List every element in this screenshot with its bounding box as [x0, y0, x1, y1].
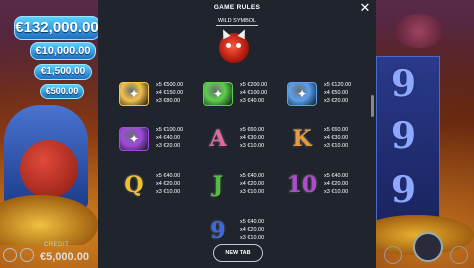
- menu-icon[interactable]: [3, 248, 17, 262]
- jackpot-major: €10,000.00: [30, 42, 96, 60]
- section-heading: WILD SYMBOL: [98, 18, 376, 26]
- jackpot-mini: €500.00: [40, 84, 84, 99]
- paytable-j: x5 €40.00 x4 €20.00 x3 €10.00: [240, 173, 265, 195]
- scrollbar[interactable]: [371, 95, 374, 117]
- symbol-10: 10: [286, 172, 318, 198]
- purple-gem-icon: ✦: [116, 123, 152, 155]
- jackpot-minor: €1,500.00: [34, 64, 92, 80]
- bet-icon[interactable]: [450, 246, 468, 264]
- gold-gem-icon: ✦: [116, 78, 152, 110]
- close-icon[interactable]: ✕: [358, 1, 372, 15]
- reel: 9 9 9: [376, 56, 440, 224]
- paytable-a: x5 €60.00 x4 €30.00 x3 €10.00: [240, 127, 265, 149]
- devil-character-image: [20, 140, 78, 198]
- credit-value: €5,000.00: [40, 251, 89, 263]
- green-gem-icon: ✦: [200, 78, 236, 110]
- autoplay-icon[interactable]: [384, 246, 402, 264]
- sound-icon[interactable]: [20, 248, 34, 262]
- blue-gem-icon: ✦: [284, 78, 320, 110]
- wild-eyes: [226, 43, 242, 48]
- wild-devil-icon: [219, 33, 249, 63]
- paytable-purple: x5 €100.00 x4 €40.00 x3 €20.00: [156, 127, 184, 149]
- game-rules-panel: GAME RULES ✕ WILD SYMBOL ✦ x5 €500.00 x4 …: [98, 0, 376, 268]
- symbol-9: 9: [210, 218, 226, 244]
- coins-pile-image: [0, 195, 98, 245]
- paytable-blue: x5 €120.00 x4 €50.00 x3 €20.00: [324, 82, 352, 104]
- new-tab-button[interactable]: NEW TAB: [213, 244, 263, 262]
- jackpot-grand: €132,000.00: [14, 16, 98, 40]
- reel-symbol: 9: [391, 115, 417, 157]
- spin-button[interactable]: [413, 232, 443, 262]
- section-heading-text: WILD SYMBOL: [215, 18, 259, 26]
- reel-symbol: 9: [391, 169, 417, 211]
- game-left-area: €132,000.00 €10,000.00 €1,500.00 €500.00…: [0, 0, 98, 268]
- symbol-k: K: [292, 126, 312, 152]
- paytable-gold: x5 €500.00 x4 €150.00 x3 €80.00: [156, 82, 184, 104]
- symbol-a: A: [209, 126, 227, 152]
- reel-symbol: 9: [391, 63, 417, 105]
- paytable-9: x5 €40.00 x4 €20.00 x3 €10.00: [240, 219, 265, 241]
- paytable-green: x5 €200.00 x4 €100.00 x3 €40.00: [240, 82, 268, 104]
- panel-title: GAME RULES: [213, 4, 261, 11]
- paytable-q: x5 €40.00 x4 €20.00 x3 €10.00: [156, 173, 181, 195]
- game-right-area: 9 9 9: [376, 0, 474, 268]
- credit-label: CREDIT: [44, 242, 70, 248]
- paytable-10: x5 €40.00 x4 €20.00 x3 €10.00: [324, 173, 349, 195]
- symbol-j: J: [212, 172, 224, 198]
- symbol-q: Q: [124, 172, 144, 198]
- pig-character-image: [394, 14, 444, 48]
- paytable-k: x5 €60.00 x4 €30.00 x3 €10.00: [324, 127, 349, 149]
